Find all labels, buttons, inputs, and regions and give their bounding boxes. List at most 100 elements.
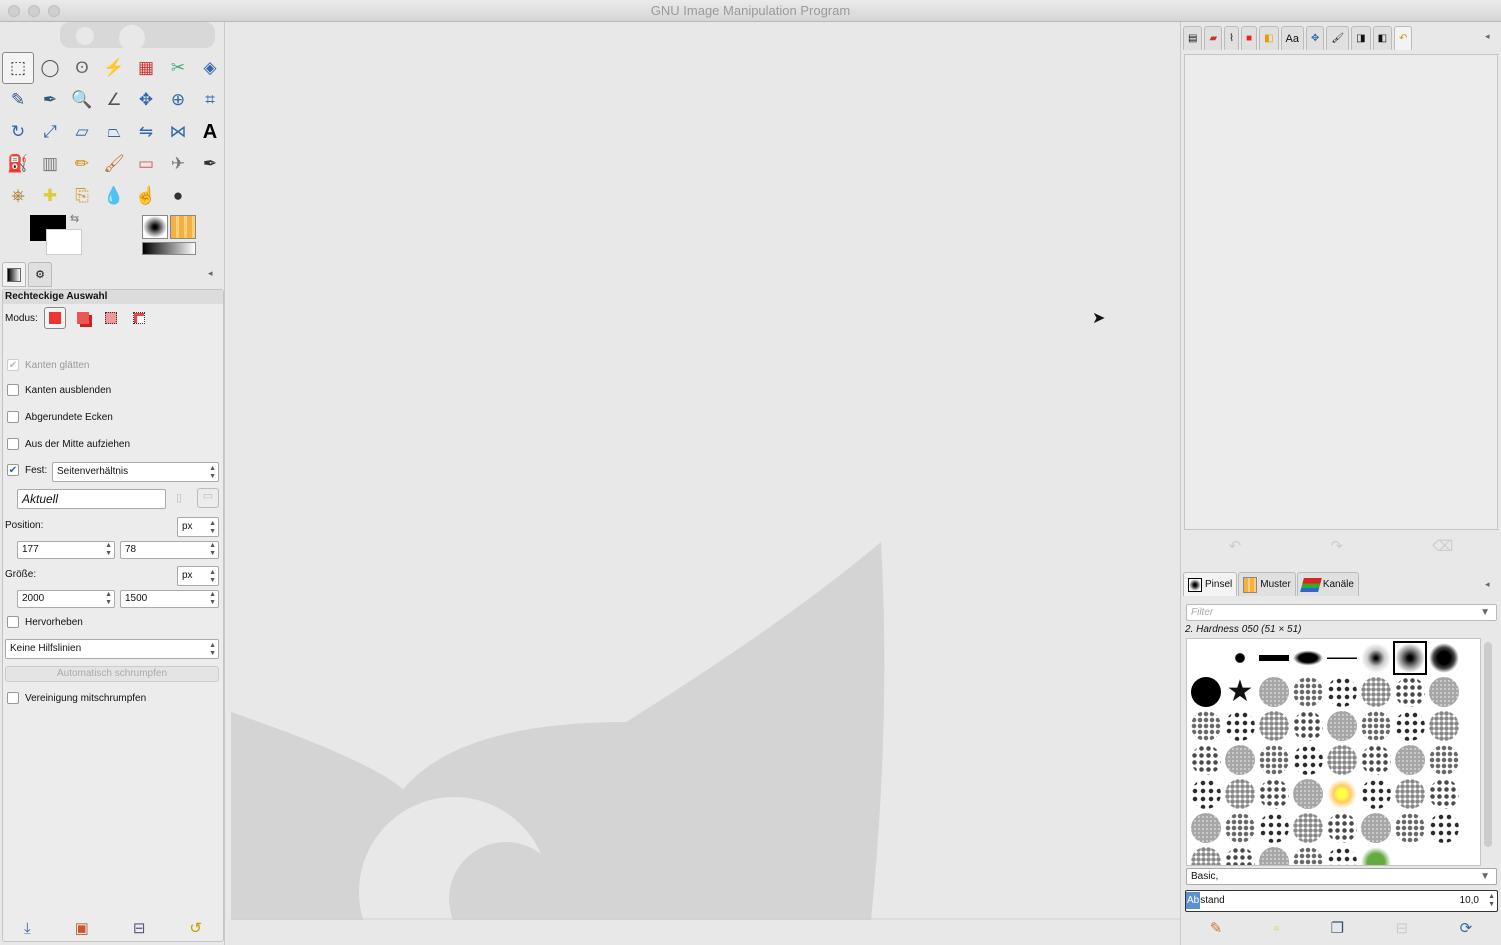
brush-indicator[interactable]	[142, 215, 168, 239]
brush-item[interactable]	[1359, 675, 1393, 709]
brush-item[interactable]	[1223, 709, 1257, 743]
minimize-button[interactable]	[28, 5, 40, 17]
brush-item[interactable]	[1359, 641, 1393, 675]
tab-channels[interactable]: Kanäle	[1296, 572, 1359, 596]
brush-item[interactable]	[1427, 811, 1461, 845]
brush-item[interactable]	[1393, 777, 1427, 811]
mode-replace-button[interactable]	[43, 307, 66, 329]
size-width-input[interactable]: 2000 ▲ ▼	[17, 590, 115, 608]
tool-color-picker[interactable]: ✒	[34, 84, 66, 116]
brush-scrollbar[interactable]	[1484, 642, 1492, 847]
mode-add-button[interactable]	[72, 307, 94, 329]
tool-select-by-color[interactable]: ▦	[130, 52, 162, 84]
brush-item[interactable]	[1359, 743, 1393, 777]
undo-button[interactable]: ↶	[1229, 537, 1242, 555]
brush-item[interactable]	[1257, 777, 1291, 811]
reset-options-icon[interactable]: ↺	[189, 919, 202, 937]
brush-filter-input[interactable]: Filter ▼	[1186, 604, 1497, 621]
tab-brushes[interactable]: Pinsel	[1183, 572, 1238, 596]
tab-undo-history[interactable]: ↶	[1394, 26, 1413, 50]
swap-colors-icon[interactable]: ⇆	[70, 212, 79, 225]
brush-item[interactable]	[1359, 811, 1393, 845]
tool-airbrush[interactable]: ✈	[162, 148, 194, 180]
brush-item[interactable]	[1325, 709, 1359, 743]
tab-layers[interactable]: ▤	[1183, 26, 1203, 50]
brush-item[interactable]	[1223, 777, 1257, 811]
tool-align[interactable]: ⊕	[162, 84, 194, 116]
brush-item[interactable]	[1189, 743, 1223, 777]
brush-item[interactable]	[1393, 811, 1427, 845]
antialias-checkbox[interactable]: ✔	[7, 359, 19, 371]
tool-rotate[interactable]: ↻	[2, 116, 34, 148]
feather-checkbox[interactable]	[7, 384, 19, 396]
tool-shear[interactable]: ▱	[66, 116, 98, 148]
tool-ink[interactable]: ✒	[194, 148, 226, 180]
highlight-checkbox[interactable]	[7, 616, 19, 628]
brush-item[interactable]	[1359, 845, 1393, 865]
tool-flip[interactable]: ⇋	[130, 116, 162, 148]
brush-item[interactable]	[1427, 777, 1461, 811]
brush-item[interactable]	[1189, 675, 1223, 709]
size-height-input[interactable]: 1500 ▲ ▼	[120, 590, 219, 608]
brush-item[interactable]	[1325, 641, 1359, 675]
position-unit-select[interactable]: px ▲ ▼	[177, 517, 219, 537]
brush-item[interactable]	[1393, 641, 1427, 675]
brush-item[interactable]	[1291, 845, 1325, 865]
brush-item[interactable]	[1393, 709, 1427, 743]
tab-device-status[interactable]: ⚙	[28, 262, 52, 287]
background-color[interactable]	[46, 229, 82, 255]
brush-item[interactable]	[1325, 743, 1359, 777]
brush-item[interactable]	[1189, 845, 1223, 865]
zoom-button[interactable]	[48, 5, 60, 17]
brush-item[interactable]	[1393, 675, 1427, 709]
shrink-merged-checkbox[interactable]	[7, 692, 19, 704]
brush-item[interactable]	[1189, 641, 1223, 675]
brush-dock-menu-icon[interactable]: ◂	[1485, 579, 1490, 590]
brush-item[interactable]	[1257, 811, 1291, 845]
tab-channels-top[interactable]: ▰	[1204, 26, 1223, 50]
brush-item[interactable]	[1325, 675, 1359, 709]
brush-item[interactable]	[1393, 743, 1427, 777]
tool-rect-select[interactable]: ⬚	[2, 52, 34, 84]
tab-tool-options[interactable]	[2, 262, 26, 287]
brush-item[interactable]	[1223, 811, 1257, 845]
brush-item[interactable]	[1291, 811, 1325, 845]
tool-foreground-select[interactable]: ◈	[194, 52, 226, 84]
tab-paths[interactable]: ⌇	[1224, 26, 1240, 50]
redo-button[interactable]: ↷	[1330, 537, 1343, 555]
brush-item[interactable]	[1257, 743, 1291, 777]
tool-heal[interactable]: ✚	[34, 180, 66, 212]
clear-history-button[interactable]: ⌫	[1432, 537, 1453, 555]
tool-scale[interactable]: ⤢	[34, 116, 66, 148]
fixed-checkbox[interactable]: ✔	[7, 464, 19, 476]
brush-item[interactable]	[1427, 743, 1461, 777]
guides-select[interactable]: Keine Hilfslinien ▲ ▼	[5, 639, 219, 659]
landscape-icon[interactable]: ▭	[197, 488, 219, 508]
tool-paintbrush[interactable]: 🖌	[98, 148, 130, 180]
tool-eraser[interactable]: ▭	[130, 148, 162, 180]
tab-pointer[interactable]: ✥	[1306, 26, 1325, 50]
image-canvas-empty[interactable]: ➤	[226, 22, 1180, 945]
brush-item[interactable]	[1189, 777, 1223, 811]
fixed-select[interactable]: Seitenverhältnis ▲ ▼	[52, 462, 219, 482]
brush-item[interactable]	[1359, 777, 1393, 811]
tool-move[interactable]: ✥	[130, 84, 162, 116]
brush-item[interactable]	[1291, 777, 1325, 811]
brush-item[interactable]	[1325, 811, 1359, 845]
gradient-indicator[interactable]	[142, 242, 196, 255]
mode-subtract-button[interactable]	[100, 307, 122, 329]
brush-item[interactable]	[1189, 811, 1223, 845]
refresh-brushes-icon[interactable]: ⟳	[1460, 919, 1473, 937]
tab-brushes-top[interactable]: 🖌	[1326, 26, 1350, 50]
tab-colormap[interactable]: ■	[1241, 26, 1258, 50]
aspect-input[interactable]: Aktuell	[17, 489, 166, 509]
tool-ellipse-select[interactable]: ◯	[34, 52, 66, 84]
restore-options-icon[interactable]: ▣	[75, 919, 89, 937]
tool-free-select[interactable]: ʘ	[66, 52, 98, 84]
close-button[interactable]	[8, 5, 20, 17]
brush-item[interactable]	[1291, 675, 1325, 709]
tool-bucket-fill[interactable]: ⛽	[2, 148, 34, 180]
edit-brush-icon[interactable]: ✎	[1210, 919, 1223, 937]
brush-item[interactable]	[1223, 641, 1257, 675]
tab-gradients[interactable]: ◨	[1351, 26, 1371, 50]
